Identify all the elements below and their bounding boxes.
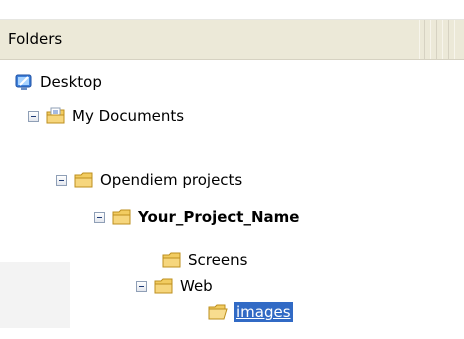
folders-title: Folders: [8, 30, 63, 48]
tree-item-label: images: [234, 302, 293, 322]
tree-item-label: Desktop: [40, 73, 102, 91]
tree-item-label: Your_Project_Name: [138, 208, 300, 226]
folder-icon: [74, 172, 93, 188]
open-folder-icon: [208, 304, 228, 320]
folder-icon: [112, 209, 131, 225]
tree-item-opendiem-projects[interactable]: Opendiem projects: [56, 168, 242, 192]
tree-item-desktop[interactable]: Desktop: [14, 70, 102, 94]
tree-item-label: Web: [180, 277, 213, 295]
folders-pane-header: Folders: [0, 20, 464, 60]
tree-item-images[interactable]: images: [208, 300, 293, 324]
tree-item-your-project-name[interactable]: Your_Project_Name: [94, 205, 299, 229]
collapse-toggle[interactable]: [28, 110, 39, 122]
tree-item-label: My Documents: [72, 107, 185, 125]
desktop-icon: [15, 74, 32, 90]
top-strip: [0, 0, 464, 20]
tree-item-label: Screens: [188, 251, 248, 269]
folder-icon: [154, 278, 173, 294]
header-grip-line: [430, 20, 431, 59]
collapse-toggle[interactable]: [136, 280, 147, 292]
tree-item-my-documents[interactable]: My Documents: [28, 104, 184, 128]
folder-icon: [162, 252, 181, 268]
header-grip-line: [448, 20, 449, 59]
documents-folder-icon: [46, 107, 65, 124]
collapse-toggle[interactable]: [56, 174, 67, 186]
collapse-toggle[interactable]: [94, 211, 105, 223]
tree-item-web[interactable]: Web: [136, 274, 213, 298]
header-grip-line: [424, 20, 425, 59]
tree-item-screens[interactable]: Screens: [162, 248, 247, 272]
header-grip-line: [454, 20, 455, 59]
tree-item-label: Opendiem projects: [100, 171, 243, 189]
header-grip-line: [436, 20, 437, 59]
header-grip-line: [419, 20, 420, 59]
gray-placeholder: [0, 262, 70, 328]
header-grip-line: [442, 20, 443, 59]
